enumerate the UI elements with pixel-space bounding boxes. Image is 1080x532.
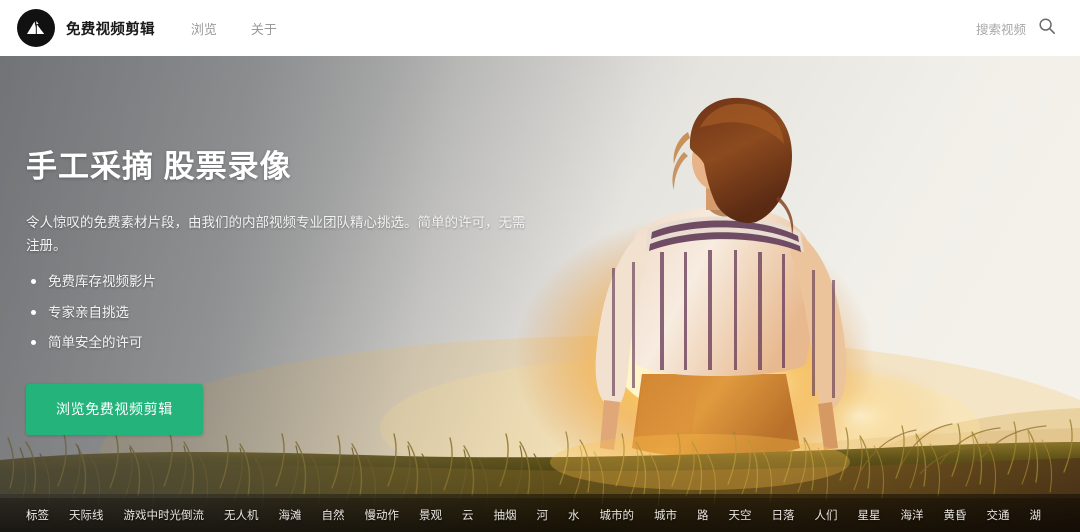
list-item-label: 免费库存视频影片 — [48, 273, 156, 289]
bullet-dot-icon — [31, 340, 36, 346]
hero-content: 手工采摘 股票录像 令人惊叹的免费素材片段，由我们的内部视频专业团队精心挑选。简… — [26, 148, 546, 436]
site-header: 免费视频剪辑 浏览 关于 搜索视频 — [0, 0, 1080, 56]
nav-item-browse[interactable]: 浏览 — [191, 19, 217, 38]
tag-item[interactable]: 天空 — [729, 507, 752, 523]
brand-name: 免费视频剪辑 — [66, 21, 155, 38]
tag-item[interactable]: 交通 — [987, 507, 1010, 523]
hero-feature-list: 免费库存视频影片 专家亲自挑选 简单安全的许可 — [26, 272, 546, 355]
bullet-dot-icon — [31, 309, 36, 315]
tag-item[interactable]: 城市的 — [600, 507, 635, 523]
hero-section: 手工采摘 股票录像 令人惊叹的免费素材片段，由我们的内部视频专业团队精心挑选。简… — [0, 56, 1080, 532]
tag-item[interactable]: 标签 — [26, 507, 49, 523]
search-label[interactable]: 搜索视频 — [976, 19, 1026, 38]
tag-item[interactable]: 路 — [697, 507, 709, 523]
tag-item[interactable]: 星星 — [858, 507, 881, 523]
tag-item[interactable]: 自然 — [322, 507, 345, 523]
page-root: 免费视频剪辑 浏览 关于 搜索视频 手工采摘 股票录像 令人惊叹的免费素材片段，… — [0, 0, 1080, 532]
tag-item[interactable]: 云 — [462, 507, 474, 523]
tag-item[interactable]: 无人机 — [224, 507, 259, 523]
tag-item[interactable]: 海滩 — [279, 507, 302, 523]
hero-title: 手工采摘 股票录像 — [26, 149, 292, 184]
tag-item[interactable]: 慢动作 — [365, 507, 400, 523]
list-item: 简单安全的许可 — [26, 333, 546, 354]
hero-subtitle: 令人惊叹的免费素材片段，由我们的内部视频专业团队精心挑选。简单的许可，无需注册。 — [26, 215, 526, 254]
m-monogram-logo-icon — [17, 9, 55, 47]
tag-item[interactable]: 景观 — [419, 507, 442, 523]
list-item: 专家亲自挑选 — [26, 303, 546, 324]
tag-item[interactable]: 水 — [568, 507, 580, 523]
tag-item[interactable]: 湖 — [1030, 507, 1042, 523]
header-search-area: 搜索视频 — [976, 17, 1056, 40]
tag-item[interactable]: 游戏中时光倒流 — [124, 507, 205, 523]
tag-bar: 标签 天际线 游戏中时光倒流 无人机 海滩 自然 慢动作 景观 云 抽烟 河 水… — [0, 498, 1080, 532]
nav-item-about[interactable]: 关于 — [251, 19, 277, 38]
tag-item[interactable]: 河 — [537, 507, 549, 523]
bullet-dot-icon — [31, 278, 36, 284]
list-item-label: 简单安全的许可 — [48, 335, 143, 351]
tag-item[interactable]: 抽烟 — [494, 507, 517, 523]
tag-item[interactable]: 日落 — [772, 507, 795, 523]
tag-item[interactable]: 海洋 — [901, 507, 924, 523]
list-item: 免费库存视频影片 — [26, 272, 546, 293]
tag-item[interactable]: 黄昏 — [944, 507, 967, 523]
main-nav: 浏览 关于 — [191, 19, 311, 38]
tag-item[interactable]: 城市 — [654, 507, 677, 523]
search-icon[interactable] — [1038, 17, 1056, 40]
tag-item[interactable]: 人们 — [815, 507, 838, 523]
browse-free-clips-button[interactable]: 浏览免费视频剪辑 — [26, 384, 203, 436]
list-item-label: 专家亲自挑选 — [48, 304, 129, 320]
brand[interactable]: 免费视频剪辑 — [17, 9, 155, 47]
tag-item[interactable]: 天际线 — [69, 507, 104, 523]
